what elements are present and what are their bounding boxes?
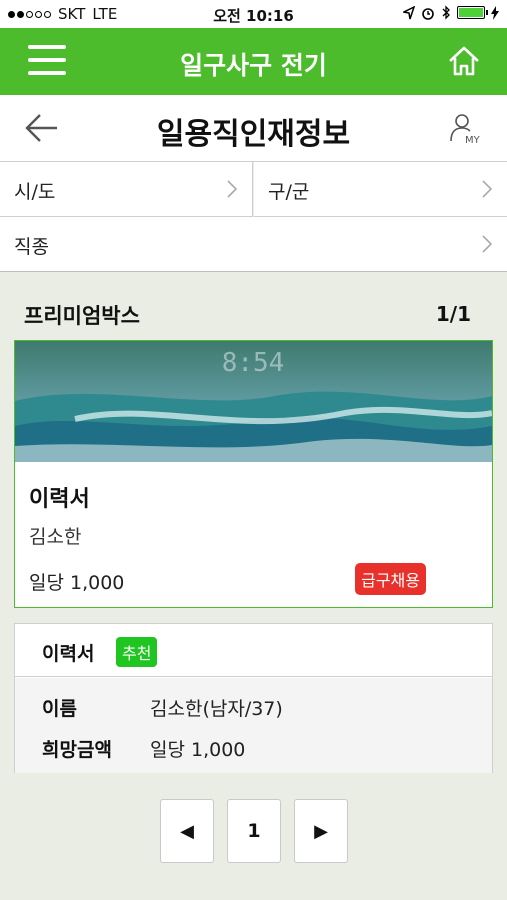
premium-card[interactable]: 8:54 이력서 김소한 일당 1,000 급구채용 bbox=[14, 340, 493, 608]
district-filter[interactable]: 구/군 bbox=[254, 162, 507, 217]
premium-heading: 프리미엄박스 bbox=[24, 304, 140, 328]
card-photo-time: 8:54 bbox=[222, 348, 285, 378]
chevron-right-icon bbox=[482, 235, 493, 253]
chevron-right-icon bbox=[227, 180, 238, 198]
urgent-badge: 급구채용 bbox=[355, 563, 426, 595]
card-name: 김소한 bbox=[29, 526, 82, 548]
name-value: 김소한(남자/37) bbox=[150, 698, 283, 720]
card-wage: 일당 1,000 bbox=[29, 572, 125, 594]
location-icon bbox=[403, 5, 415, 19]
premium-count: 1/1 bbox=[435, 302, 471, 326]
wage-label: 희망금액 bbox=[42, 739, 112, 761]
region-filter[interactable]: 시/도 bbox=[0, 162, 253, 217]
app-title: 일구사구 전기 bbox=[180, 51, 327, 80]
status-right bbox=[403, 5, 499, 20]
resume-card-body: 이름 김소한(남자/37) 희망금액 일당 1,000 bbox=[15, 678, 492, 773]
page-number-button[interactable]: 1 bbox=[227, 799, 281, 863]
my-page-icon[interactable]: MY bbox=[449, 111, 483, 145]
name-label: 이름 bbox=[42, 698, 77, 720]
status-bar: SKT LTE 오전 10:16 bbox=[0, 0, 507, 28]
chevron-right-icon bbox=[482, 180, 493, 198]
next-page-button[interactable]: ▶ bbox=[294, 799, 348, 863]
job-type-filter[interactable]: 직종 bbox=[0, 217, 507, 272]
job-type-filter-label: 직종 bbox=[14, 236, 49, 258]
charging-icon bbox=[491, 5, 499, 20]
card-photo: 8:54 bbox=[15, 341, 492, 462]
battery-icon bbox=[457, 6, 488, 19]
home-icon[interactable] bbox=[447, 44, 481, 78]
page-title: 일용직인재정보 bbox=[156, 117, 351, 152]
resume-card[interactable]: 이력서 추천 이름 김소한(남자/37) 희망금액 일당 1,000 bbox=[14, 623, 493, 773]
district-filter-label: 구/군 bbox=[268, 181, 310, 203]
wage-value: 일당 1,000 bbox=[150, 739, 246, 761]
prev-page-button[interactable]: ◀ bbox=[160, 799, 214, 863]
region-filter-label: 시/도 bbox=[14, 181, 56, 203]
my-label: MY bbox=[465, 135, 481, 145]
resume-title: 이력서 bbox=[42, 643, 95, 665]
recommend-badge: 추천 bbox=[116, 637, 158, 667]
card-title: 이력서 bbox=[29, 487, 90, 512]
resume-card-header: 이력서 추천 bbox=[15, 624, 492, 677]
bluetooth-icon bbox=[442, 5, 450, 20]
alarm-icon bbox=[422, 7, 434, 20]
app-bar: 일구사구 전기 bbox=[0, 28, 507, 95]
title-bar: 일용직인재정보 MY bbox=[0, 95, 507, 162]
